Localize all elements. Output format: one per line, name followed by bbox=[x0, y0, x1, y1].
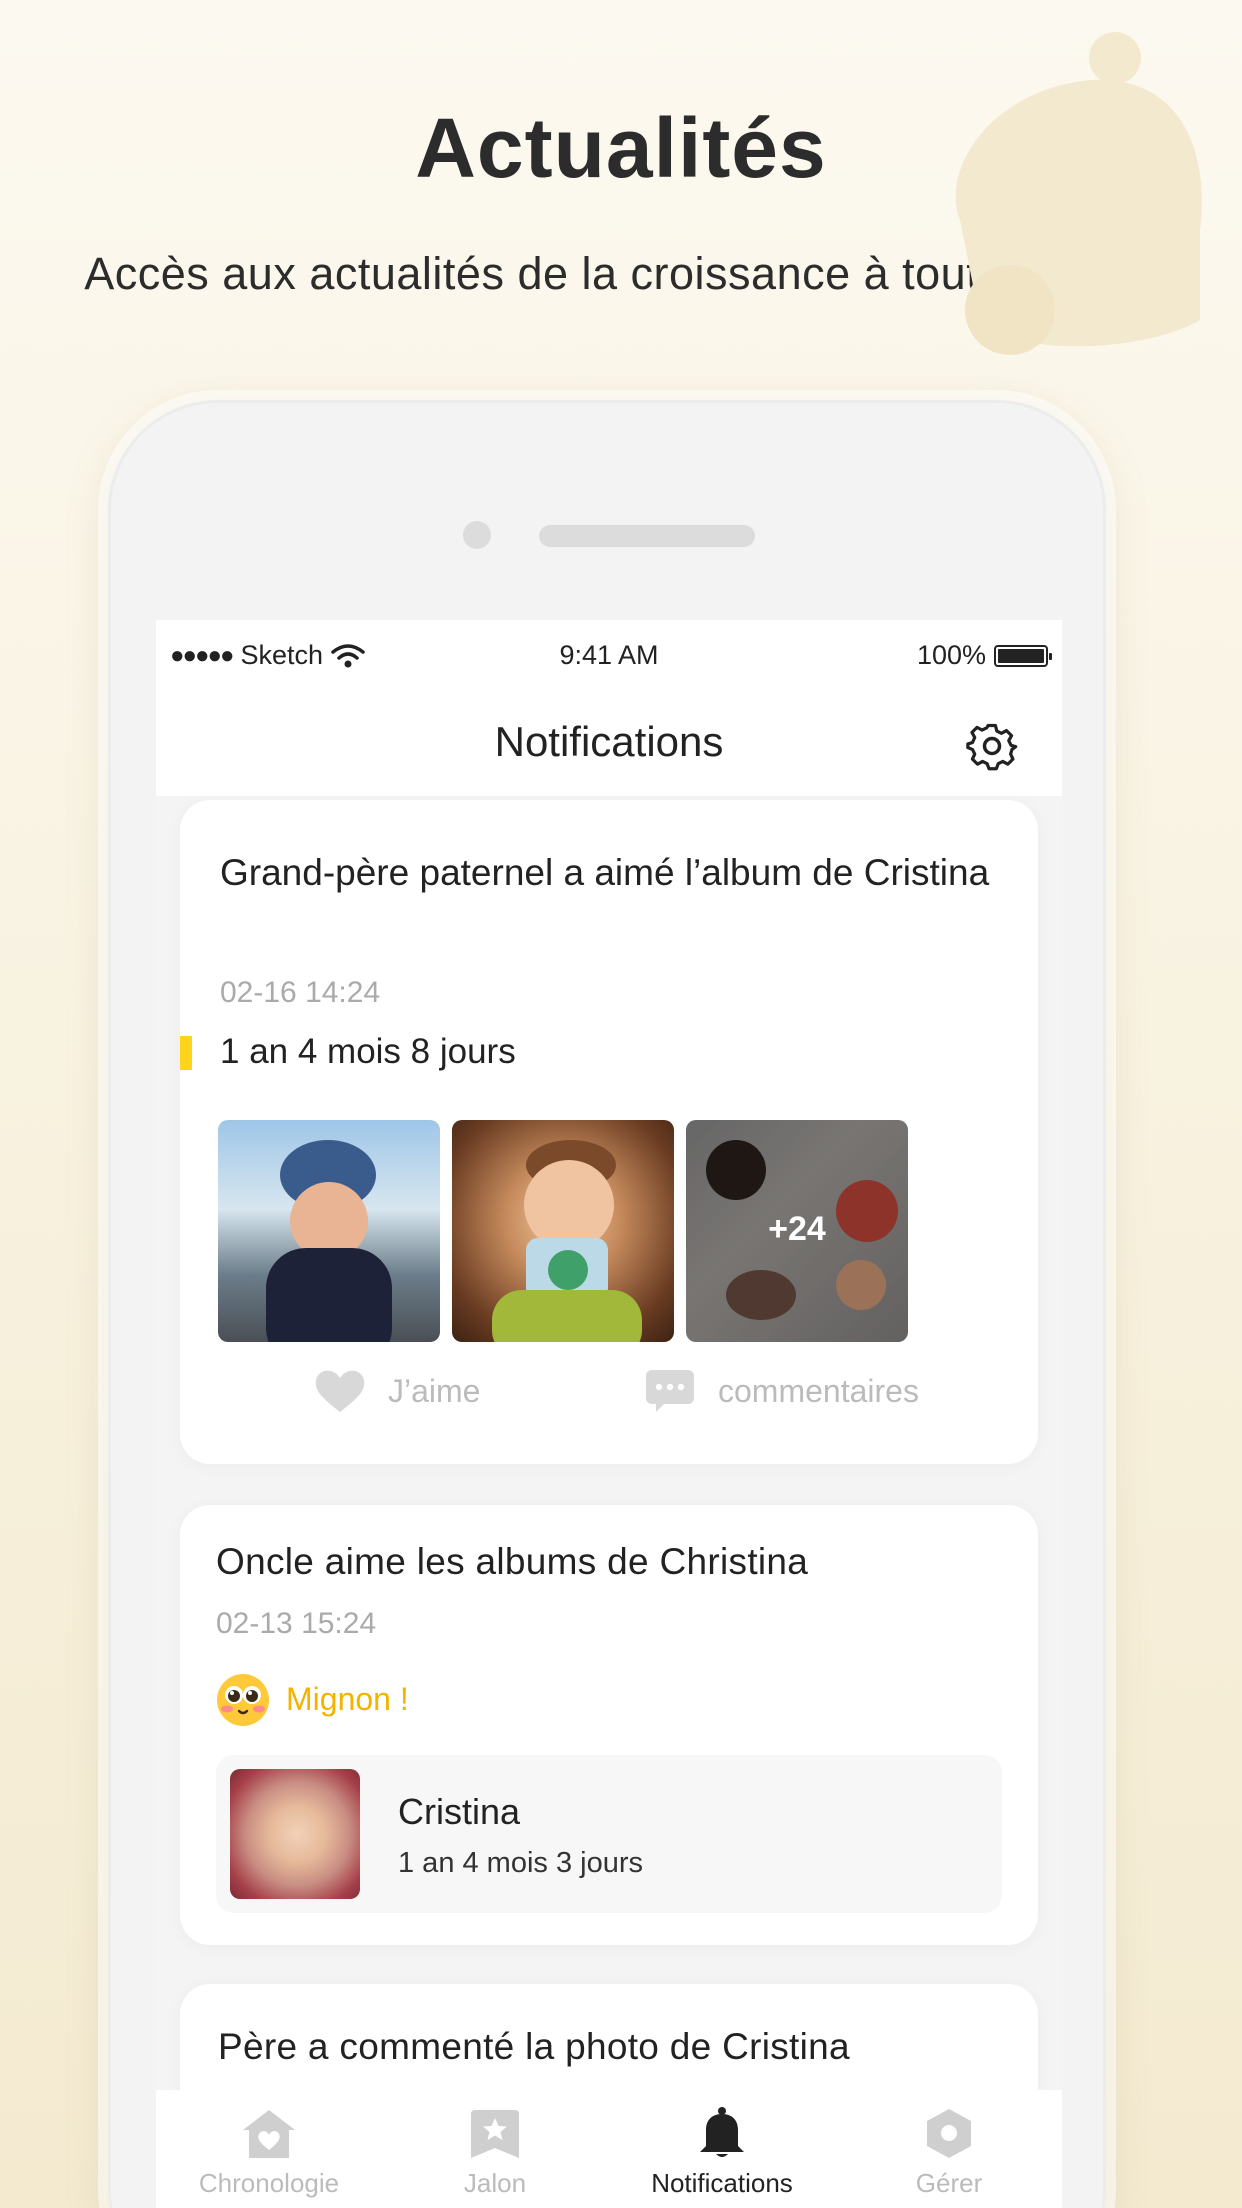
tab-label: Chronologie bbox=[198, 2168, 340, 2198]
tab-jalon[interactable]: Jalon bbox=[382, 2106, 608, 2199]
hexagon-icon bbox=[927, 2109, 971, 2158]
notification-title: Père a commenté la photo de Cristina bbox=[218, 2026, 850, 2067]
page-title: Notifications bbox=[494, 718, 724, 765]
photo-thumbnail-more[interactable]: +24 bbox=[686, 1120, 908, 1342]
tab-label: Jalon bbox=[463, 2168, 527, 2198]
photo-grid: +24 bbox=[218, 1120, 908, 1342]
tab-chronologie[interactable]: Chronologie bbox=[156, 2106, 382, 2199]
notification-date: 02-16 14:24 bbox=[220, 976, 381, 1009]
album-preview[interactable]: Cristina 1 an 4 mois 3 jours bbox=[216, 1755, 1002, 1913]
bell-decoration-icon bbox=[955, 32, 1202, 355]
like-button[interactable]: J’aime bbox=[314, 1368, 480, 1414]
photo-thumbnail[interactable] bbox=[218, 1120, 440, 1342]
notification-card-like-album[interactable]: Grand-père paternel a aimé l’album de Cr… bbox=[180, 800, 1038, 1464]
nav-bar: Notifications bbox=[156, 690, 1062, 796]
photo-thumbnail[interactable] bbox=[452, 1120, 674, 1342]
app-screen: ●●●●● Sketch 9:41 AM 100% Notifications … bbox=[156, 620, 1062, 2208]
album-age: 1 an 4 mois 3 jours bbox=[398, 1847, 644, 1879]
album-name: Cristina bbox=[398, 1791, 521, 1832]
tab-label: Notifications bbox=[651, 2168, 793, 2198]
comment-icon bbox=[646, 1370, 694, 1412]
phone-camera bbox=[463, 521, 491, 549]
gear-icon[interactable] bbox=[966, 720, 1018, 772]
album-thumbnail bbox=[230, 1769, 360, 1899]
tab-gerer[interactable]: Gérer bbox=[836, 2106, 1062, 2199]
notification-card-uncle-like[interactable]: Oncle aime les albums de Christina 02-13… bbox=[180, 1505, 1038, 1945]
battery-percent: 100% bbox=[916, 640, 986, 670]
bookmark-star-icon bbox=[471, 2110, 519, 2158]
notification-title: Oncle aime les albums de Christina bbox=[216, 1541, 809, 1582]
notification-title: Grand-père paternel a aimé l’album de Cr… bbox=[220, 852, 990, 893]
heart-icon bbox=[315, 1370, 365, 1412]
status-bar: ●●●●● Sketch 9:41 AM 100% bbox=[156, 620, 1062, 690]
phone-speaker bbox=[539, 525, 755, 547]
home-heart-icon bbox=[243, 2110, 295, 2158]
notification-date: 02-13 15:24 bbox=[216, 1607, 377, 1640]
age-marker bbox=[180, 1036, 192, 1070]
like-label: J’aime bbox=[388, 1372, 481, 1409]
comment-button[interactable]: commentaires bbox=[644, 1368, 919, 1414]
tab-bar: Chronologie Jalon Notifications Gérer bbox=[156, 2090, 1062, 2208]
comment-label: commentaires bbox=[718, 1372, 919, 1409]
baby-age: 1 an 4 mois 8 jours bbox=[220, 1032, 516, 1071]
card-actions: J’aime commentaires bbox=[180, 1368, 1038, 1428]
more-photos-count: +24 bbox=[768, 1210, 826, 1248]
battery-icon bbox=[994, 644, 1052, 667]
reaction-text: Mignon ! bbox=[286, 1681, 409, 1717]
tab-notifications[interactable]: Notifications bbox=[609, 2106, 835, 2199]
tab-label: Gérer bbox=[915, 2168, 983, 2198]
bell-icon bbox=[700, 2107, 744, 2157]
cute-face-emoji-icon bbox=[217, 1674, 269, 1726]
status-right: 100% bbox=[916, 640, 1052, 671]
